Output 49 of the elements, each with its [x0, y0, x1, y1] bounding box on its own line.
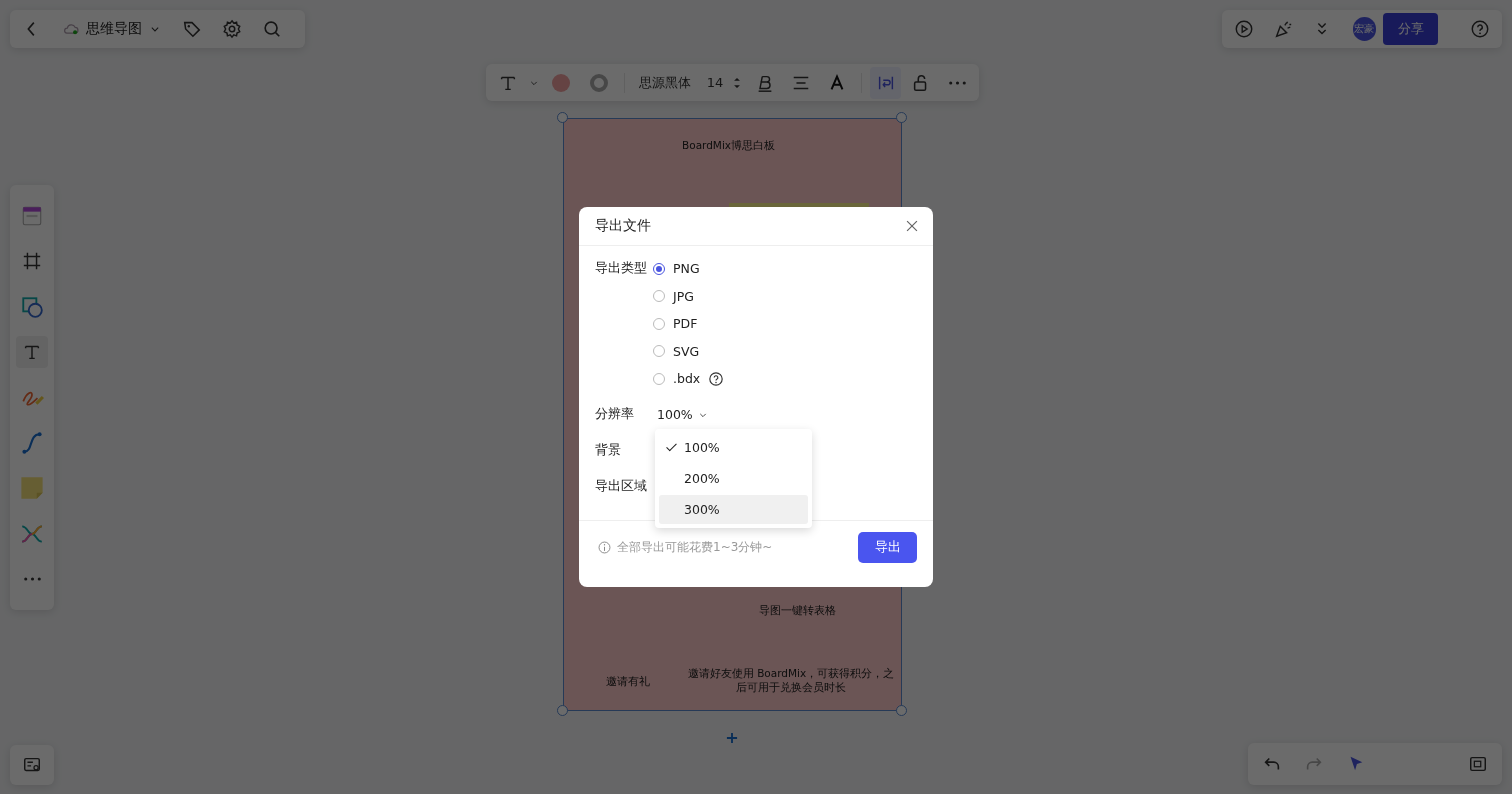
resize-handle[interactable]	[557, 112, 568, 123]
info-icon	[597, 539, 612, 555]
board-text: 邀请有礼	[606, 675, 650, 689]
option-label: SVG	[673, 343, 700, 359]
help-icon	[1470, 19, 1491, 39]
board-text: 导图一键转表格	[759, 604, 836, 618]
search-icon	[262, 19, 282, 39]
board-text: 邀请好友使用 BoardMix，可获得积分，之后可用于兑换会员时长	[686, 666, 896, 694]
footer-note: 全部导出可能花费1~3分钟~	[597, 538, 773, 556]
resolution-option[interactable]: 200%	[659, 464, 808, 493]
font-size-field[interactable]: 14	[700, 75, 726, 90]
resize-handle[interactable]	[896, 112, 907, 123]
field-label: 导出区域	[595, 478, 648, 495]
frame-icon	[22, 251, 42, 272]
border-color-swatch[interactable]	[589, 73, 608, 92]
text-wrap-button[interactable]	[869, 66, 902, 99]
resolution-dropdown[interactable]: 100%	[657, 407, 709, 422]
resize-handle[interactable]	[557, 705, 568, 716]
tag-icon	[182, 19, 202, 39]
shapes-icon	[20, 294, 44, 319]
share-button[interactable]: 分享	[1383, 13, 1439, 45]
minimap-icon	[1468, 754, 1488, 774]
font-family-selector[interactable]: 思源黑体	[632, 73, 697, 92]
field-label: 背景	[595, 442, 622, 459]
option-label: PDF	[673, 316, 698, 332]
more-icon	[948, 80, 966, 85]
board-title: BoardMix博思白板	[682, 139, 776, 153]
document-title-dropdown[interactable]: 思维导图	[56, 13, 168, 45]
option-label: PNG	[673, 261, 700, 277]
resolution-option[interactable]: 300%	[659, 495, 808, 524]
resolution-option[interactable]: 100%	[659, 433, 808, 462]
present-icon	[1233, 19, 1254, 39]
plus-icon	[724, 730, 740, 746]
field-label: 导出类型	[595, 260, 648, 277]
resize-handle[interactable]	[896, 705, 907, 716]
settings-icon	[222, 19, 242, 39]
export-button[interactable]: 导出	[858, 531, 917, 563]
more-tools-icon	[23, 577, 41, 582]
field-label: 分辨率	[595, 406, 635, 423]
help-icon	[708, 370, 725, 387]
option-label: .bdx	[673, 371, 701, 387]
dialog-title: 导出文件	[595, 217, 651, 235]
fill-color-swatch[interactable]	[551, 73, 570, 92]
add-button[interactable]	[724, 730, 740, 746]
connector-icon	[20, 430, 44, 455]
option-label: JPG	[673, 288, 694, 304]
user-avatar[interactable]: 宏豪	[1352, 17, 1377, 41]
text-tool-button[interactable]	[16, 336, 48, 369]
sticky-note-icon	[19, 475, 45, 502]
